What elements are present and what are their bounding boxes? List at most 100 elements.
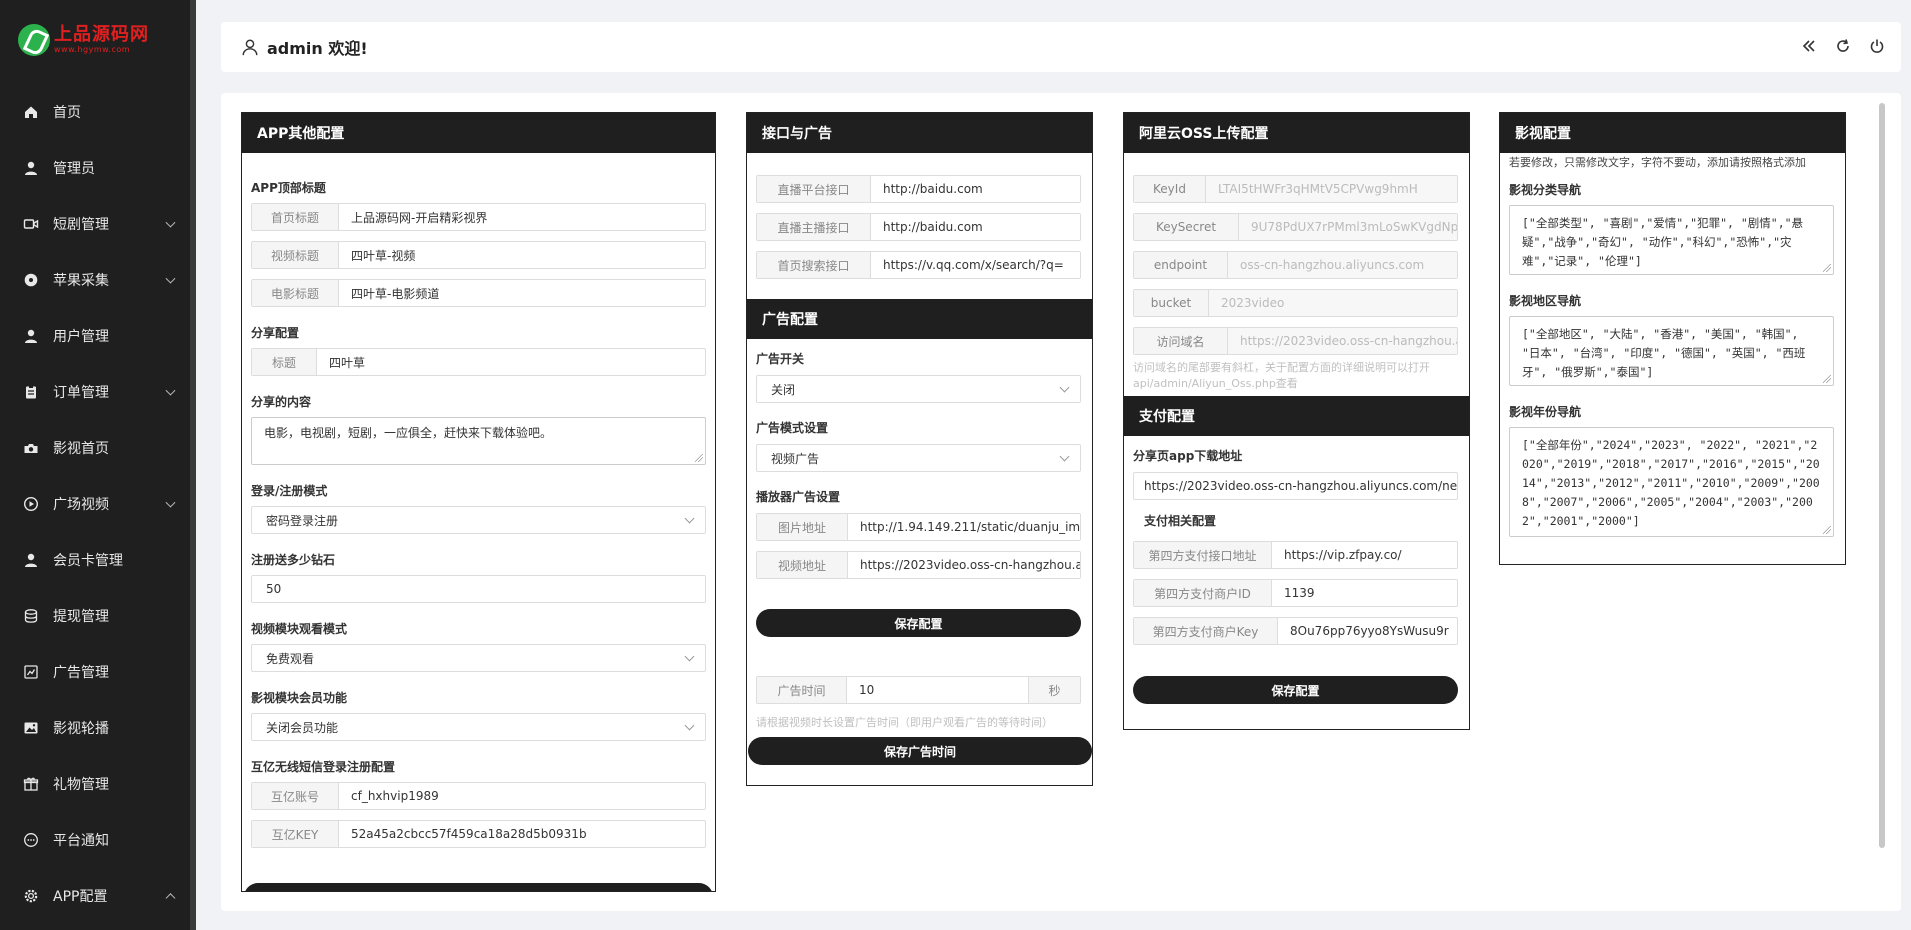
ad-mode-label: 广告模式设置 bbox=[756, 421, 829, 435]
share-download-label: 分享页app下载地址 bbox=[1133, 449, 1243, 463]
user-icon bbox=[23, 160, 39, 176]
ad-mode-select[interactable]: 视频广告 bbox=[756, 444, 1081, 472]
video-title-field[interactable]: 视频标题 四叶草-视频 bbox=[251, 241, 706, 269]
chevron-down-icon bbox=[165, 273, 176, 284]
sidebar-item-2[interactable]: 短剧管理 bbox=[0, 196, 190, 252]
chevron-up-icon bbox=[165, 893, 176, 904]
content-scrollbar[interactable] bbox=[1879, 103, 1885, 848]
resize-handle[interactable] bbox=[1823, 375, 1831, 383]
video-mode-select[interactable]: 免费观看 bbox=[251, 644, 706, 672]
panel-app-config: APP其他配置 APP顶部标题 首页标题 上品源码网-开启精彩视界 视频标题 四叶草… bbox=[241, 112, 716, 892]
logo[interactable]: 上品源码网 www.hgymw.com bbox=[18, 22, 149, 58]
power-icon[interactable] bbox=[1867, 36, 1887, 56]
category-nav-label: 影视分类导航 bbox=[1509, 183, 1582, 197]
ad-video-url-field[interactable]: 视频地址 https://2023video.oss-cn-hangzhou.al… bbox=[756, 551, 1081, 579]
region-nav-textarea[interactable]: ["全部地区", "大陆", "香港", "美国", "韩国", "日本", "… bbox=[1509, 316, 1834, 386]
sidebar-item-1[interactable]: 管理员 bbox=[0, 140, 190, 196]
chevron-down-icon bbox=[684, 651, 695, 662]
sidebar-item-label: 广场视频 bbox=[53, 497, 109, 513]
sidebar-item-3[interactable]: 苹果采集 bbox=[0, 252, 190, 308]
chevron-down-icon bbox=[165, 497, 176, 508]
sidebar-item-11[interactable]: 影视轮播 bbox=[0, 700, 190, 756]
sidebar-item-7[interactable]: 广场视频 bbox=[0, 476, 190, 532]
sidebar-item-14[interactable]: APP配置 bbox=[0, 868, 190, 924]
home-search-field[interactable]: 首页搜索接口 https://v.qq.com/x/search/?q= bbox=[756, 251, 1081, 279]
home-title-field[interactable]: 首页标题 上品源码网-开启精彩视界 bbox=[251, 203, 706, 231]
share-download-input[interactable]: https://2023video.oss-cn-hangzhou.aliyun… bbox=[1133, 472, 1458, 500]
sidebar-menu: 首页管理员短剧管理苹果采集用户管理订单管理影视首页广场视频会员卡管理提现管理广告… bbox=[0, 84, 190, 924]
resize-handle[interactable] bbox=[1823, 526, 1831, 534]
login-mode-select[interactable]: 密码登录注册 bbox=[251, 506, 706, 534]
vip-function-label: 影视模块会员功能 bbox=[251, 691, 348, 705]
sidebar-item-label: 用户管理 bbox=[53, 329, 109, 345]
save-pay-config-button[interactable]: 保存配置 bbox=[1133, 676, 1458, 704]
sidebar-item-label: 苹果采集 bbox=[53, 273, 109, 289]
clipboard-icon bbox=[23, 384, 39, 400]
pay-api-field[interactable]: 第四方支付接口地址 https://vip.zfpay.co/ bbox=[1133, 541, 1458, 569]
ad-image-url-field[interactable]: 图片地址 http://1.94.149.211/static/duanju_im… bbox=[756, 513, 1081, 541]
chevron-down-icon bbox=[1059, 382, 1070, 393]
sms-config-label: 互亿无线短信登录注册配置 bbox=[251, 760, 396, 774]
chart-icon bbox=[23, 664, 39, 680]
sms-account-field[interactable]: 互亿账号 cf_hxhvip1989 bbox=[251, 782, 706, 810]
refresh-icon[interactable] bbox=[1833, 36, 1853, 56]
oss-keyid-field[interactable]: KeyId LTAI5tHWFr3qHMtV5CPVwg9hmH bbox=[1133, 175, 1458, 203]
sidebar-item-label: 短剧管理 bbox=[53, 217, 109, 233]
sidebar-item-4[interactable]: 用户管理 bbox=[0, 308, 190, 364]
sidebar: 上品源码网 www.hgymw.com 首页管理员短剧管理苹果采集用户管理订单管… bbox=[0, 0, 196, 930]
vip-function-select[interactable]: 关闭会员功能 bbox=[251, 713, 706, 741]
ad-config-section: 广告配置 bbox=[747, 299, 1092, 339]
user-icon bbox=[23, 328, 39, 344]
save-app-config-button[interactable] bbox=[244, 883, 713, 891]
oss-bucket-field[interactable]: bucket 2023video bbox=[1133, 289, 1458, 317]
camera-icon bbox=[23, 440, 39, 456]
gift-diamond-input[interactable]: 50 bbox=[251, 575, 706, 603]
sidebar-item-8[interactable]: 会员卡管理 bbox=[0, 532, 190, 588]
pay-merchant-id-field[interactable]: 第四方支付商户ID 1139 bbox=[1133, 579, 1458, 607]
video-mode-label: 视频模块观看模式 bbox=[251, 622, 348, 636]
year-nav-label: 影视年份导航 bbox=[1509, 405, 1582, 419]
collapse-icon[interactable] bbox=[1799, 36, 1819, 56]
sidebar-item-10[interactable]: 广告管理 bbox=[0, 644, 190, 700]
sidebar-item-12[interactable]: 礼物管理 bbox=[0, 756, 190, 812]
ad-switch-select[interactable]: 关闭 bbox=[756, 375, 1081, 403]
sidebar-item-label: 提现管理 bbox=[53, 609, 109, 625]
save-ad-time-button[interactable]: 保存广告时间 bbox=[748, 737, 1092, 765]
region-nav-label: 影视地区导航 bbox=[1509, 294, 1582, 308]
resize-handle[interactable] bbox=[695, 454, 703, 462]
sidebar-item-9[interactable]: 提现管理 bbox=[0, 588, 190, 644]
pay-merchant-key-field[interactable]: 第四方支付商户Key 8Ou76pp76yyo8YsWusu9r bbox=[1133, 617, 1458, 645]
share-content-textarea[interactable]: 电影，电视剧，短剧，一应俱全，赶快来下载体验吧。 bbox=[251, 417, 706, 465]
gift-diamond-label: 注册送多少钻石 bbox=[251, 553, 336, 567]
movie-title-field[interactable]: 电影标题 四叶草-电影频道 bbox=[251, 279, 706, 307]
sidebar-item-5[interactable]: 订单管理 bbox=[0, 364, 190, 420]
top-title-label: APP顶部标题 bbox=[251, 181, 326, 195]
category-nav-textarea[interactable]: ["全部类型", "喜剧","爱情","犯罪", "剧情","悬疑","战争",… bbox=[1509, 205, 1834, 275]
sidebar-item-label: 首页 bbox=[53, 105, 81, 121]
year-nav-textarea[interactable]: ["全部年份","2024","2023", "2022", "2021","2… bbox=[1509, 427, 1834, 537]
share-title-field[interactable]: 标题 四叶草 bbox=[251, 348, 706, 376]
ad-time-field[interactable]: 广告时间 10 秒 bbox=[756, 676, 1081, 704]
disc-icon bbox=[23, 272, 39, 288]
oss-domain-field[interactable]: 访问域名 https://2023video.oss-cn-hangzhou.al… bbox=[1133, 327, 1458, 355]
sidebar-item-label: 影视首页 bbox=[53, 441, 109, 457]
sidebar-item-label: 会员卡管理 bbox=[53, 553, 123, 569]
share-config-label: 分享配置 bbox=[251, 326, 300, 340]
sidebar-item-0[interactable]: 首页 bbox=[0, 84, 190, 140]
top-header: admin 欢迎! bbox=[221, 22, 1901, 72]
live-platform-field[interactable]: 直播平台接口 http://baidu.com bbox=[756, 175, 1081, 203]
oss-endpoint-field[interactable]: endpoint oss-cn-hangzhou.aliyuncs.com bbox=[1133, 251, 1458, 279]
sidebar-scrollbar[interactable] bbox=[190, 0, 196, 930]
player-ad-label: 播放器广告设置 bbox=[756, 490, 841, 504]
sms-key-field[interactable]: 互亿KEY 52a45a2cbcc57f459ca18a28d5b0931b bbox=[251, 820, 706, 848]
logo-name: 上品源码网 bbox=[54, 24, 149, 45]
sidebar-item-label: 广告管理 bbox=[53, 665, 109, 681]
save-ad-config-button[interactable]: 保存配置 bbox=[756, 609, 1081, 637]
resize-handle[interactable] bbox=[1823, 264, 1831, 272]
panel-movie-config: 影视配置 若要修改，只需修改文字，字符不要动，添加请按照格式添加 影视分类导航 … bbox=[1499, 112, 1846, 565]
sidebar-item-6[interactable]: 影视首页 bbox=[0, 420, 190, 476]
oss-keysecret-field[interactable]: KeySecret 9U78PdUX7rPMml3mLoSwKVgdNp bbox=[1133, 213, 1458, 241]
sidebar-item-label: 礼物管理 bbox=[53, 777, 109, 793]
live-host-field[interactable]: 直播主播接口 http://baidu.com bbox=[756, 213, 1081, 241]
sidebar-item-13[interactable]: 平台通知 bbox=[0, 812, 190, 868]
